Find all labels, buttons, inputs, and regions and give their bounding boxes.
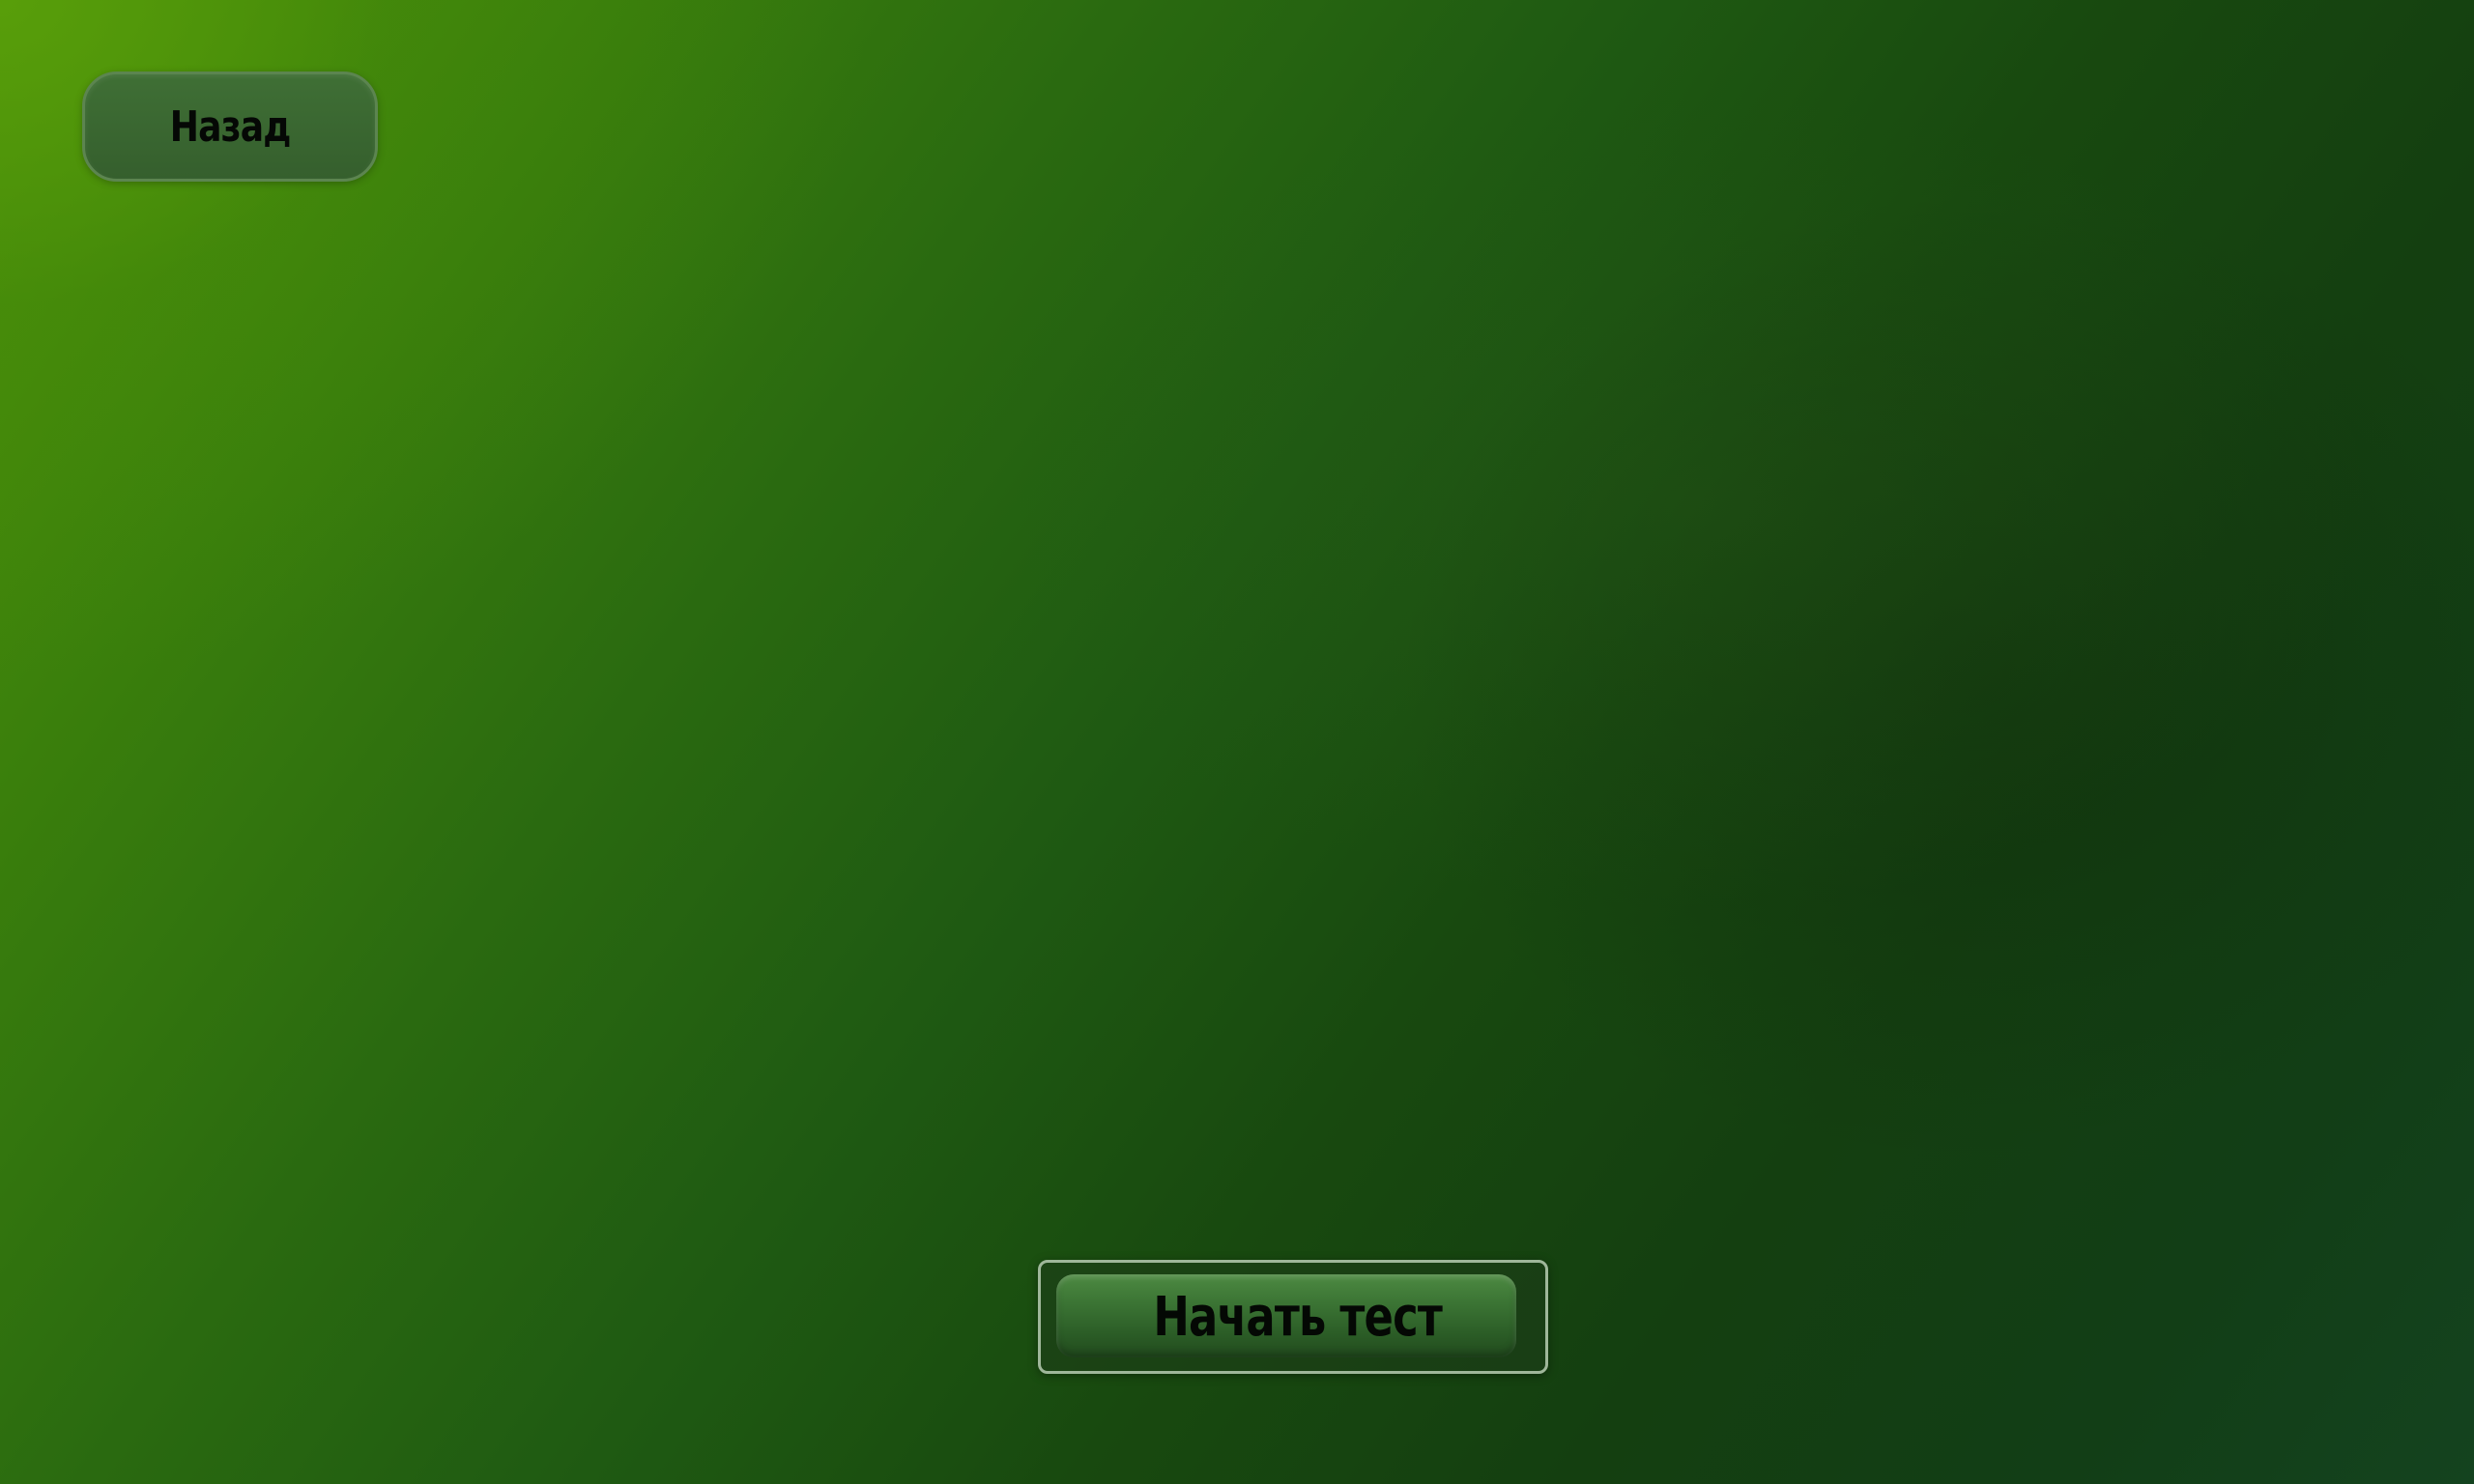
start-test-button-label: Начать тест bbox=[1153, 1285, 1443, 1349]
start-test-button[interactable]: Начать тест bbox=[1038, 1260, 1548, 1374]
start-test-button-label-wrap: Начать тест bbox=[1041, 1263, 1545, 1371]
back-button-label: Назад bbox=[169, 101, 292, 152]
back-button[interactable]: Назад bbox=[82, 71, 378, 182]
